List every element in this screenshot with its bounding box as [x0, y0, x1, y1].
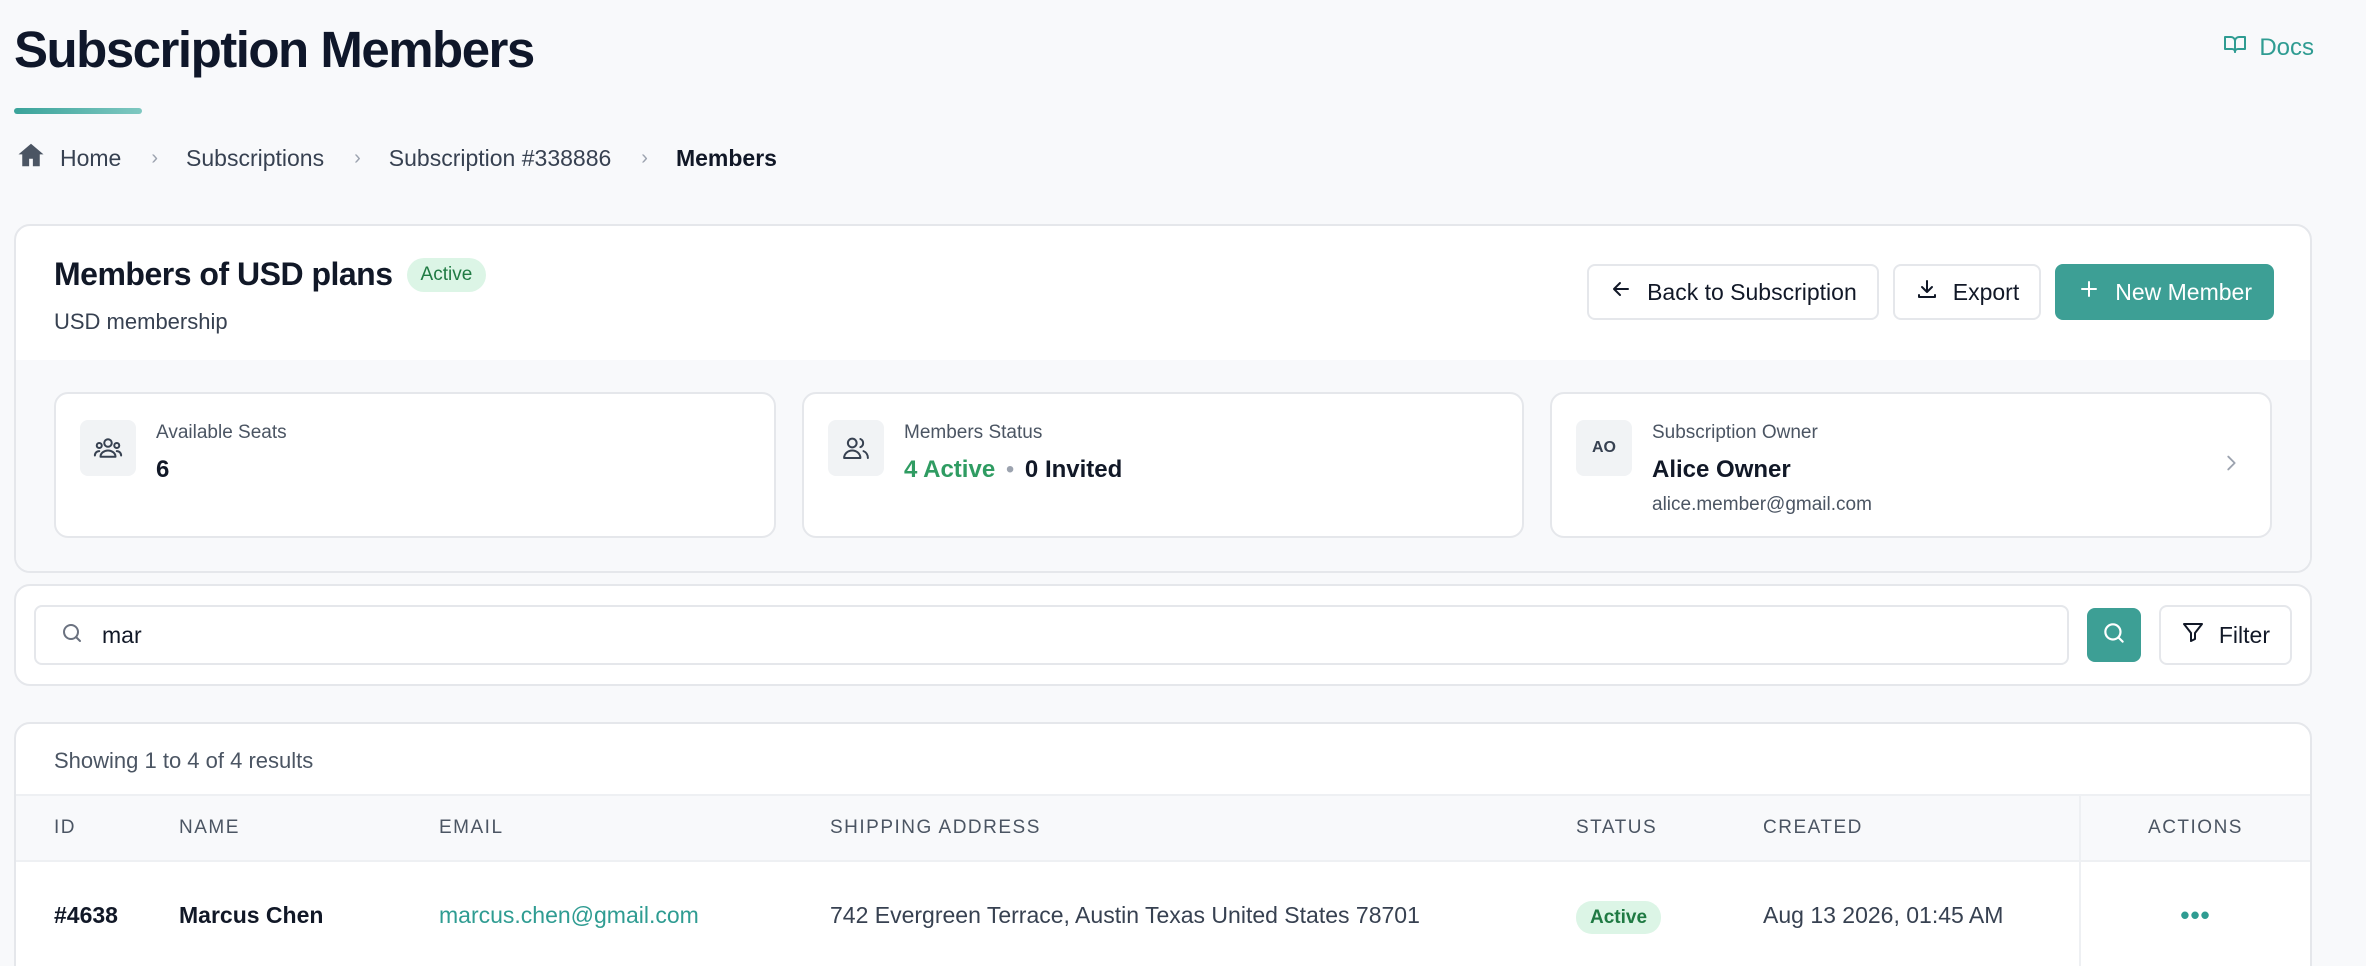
member-status-cell: Active: [1576, 861, 1763, 966]
back-label: Back to Subscription: [1647, 278, 1857, 305]
member-address: 742 Evergreen Terrace, Austin Texas Unit…: [830, 902, 1420, 928]
owner-name: Alice Owner: [1652, 456, 1791, 483]
users-icon: [828, 420, 884, 476]
seats-value: 6: [156, 456, 170, 483]
member-id: #4638: [54, 902, 118, 928]
back-to-subscription-button[interactable]: Back to Subscription: [1587, 264, 1879, 320]
filter-icon: [2181, 620, 2205, 650]
plus-icon: [2077, 277, 2101, 307]
column-header-address[interactable]: SHIPPING ADDRESS: [830, 795, 1576, 861]
breadcrumb-subscription[interactable]: Subscription #338886: [389, 145, 612, 172]
new-member-label: New Member: [2115, 278, 2252, 305]
status-separator: •: [1005, 456, 1015, 483]
chevron-right-icon: ›: [151, 146, 159, 169]
users-group-icon: [80, 420, 136, 476]
search-button[interactable]: [2086, 608, 2141, 662]
results-count: Showing 1 to 4 of 4 results: [54, 748, 314, 773]
search-icon: [60, 621, 84, 650]
search-card: Filter: [14, 584, 2312, 686]
home-icon: [16, 140, 46, 176]
member-name: Marcus Chen: [179, 902, 324, 928]
arrow-left-icon: [1609, 277, 1633, 307]
stat-subscription-owner[interactable]: AO Subscription Owner Alice Owner alice.…: [1550, 392, 2272, 538]
chevron-right-icon: ›: [641, 146, 648, 169]
summary-actions: Back to Subscription Export New Member: [1587, 264, 2274, 320]
new-member-button[interactable]: New Member: [2055, 264, 2274, 320]
breadcrumb-home[interactable]: Home: [16, 140, 121, 176]
active-count: 4 Active: [904, 456, 996, 483]
docs-label: Docs: [2259, 33, 2314, 61]
member-email-link[interactable]: marcus.chen@gmail.com: [439, 861, 830, 966]
avatar: AO: [1576, 420, 1632, 476]
breadcrumb-subscriptions[interactable]: Subscriptions: [186, 145, 324, 172]
column-header-created[interactable]: CREATED: [1763, 795, 2080, 861]
summary-header: Members of USD plans Active USD membersh…: [16, 226, 2310, 360]
breadcrumb: Home › Subscriptions › Subscription #338…: [16, 140, 777, 176]
seats-label: Available Seats: [156, 422, 287, 443]
stat-members-status: Members Status 4 Active • 0 Invited: [802, 392, 1524, 538]
column-header-id[interactable]: ID: [16, 795, 179, 861]
search-input[interactable]: [102, 621, 2043, 649]
stats-row: Available Seats 6 Members Status 4 Activ…: [16, 360, 2310, 571]
search-icon: [2101, 620, 2127, 651]
stat-available-seats: Available Seats 6: [54, 392, 776, 538]
book-icon: [2223, 32, 2247, 63]
export-button[interactable]: Export: [1892, 264, 2042, 320]
docs-link[interactable]: Docs: [2223, 32, 2314, 63]
filter-label: Filter: [2218, 621, 2270, 648]
members-table: ID NAME EMAIL SHIPPING ADDRESS STATUS CR…: [16, 794, 2310, 966]
summary-card: Members of USD plans Active USD membersh…: [14, 224, 2312, 573]
table-header-row: ID NAME EMAIL SHIPPING ADDRESS STATUS CR…: [16, 795, 2310, 861]
page-title: Subscription Members: [14, 21, 535, 78]
page-header: Subscription Members: [14, 16, 535, 114]
breadcrumb-home-label: Home: [60, 144, 122, 171]
filter-button[interactable]: Filter: [2158, 605, 2292, 665]
search-box: [34, 605, 2069, 665]
members-table-card: Showing 1 to 4 of 4 results ID NAME EMAI…: [14, 722, 2312, 966]
status-badge: Active: [1576, 901, 1662, 934]
export-label: Export: [1952, 278, 2020, 305]
chevron-right-icon: [2220, 452, 2242, 479]
column-header-status[interactable]: STATUS: [1576, 795, 1763, 861]
owner-email: alice.member@gmail.com: [1652, 494, 1872, 515]
invited-count: 0 Invited: [1024, 456, 1123, 483]
members-status-label: Members Status: [904, 422, 1043, 443]
chevron-right-icon: ›: [354, 146, 361, 169]
owner-label: Subscription Owner: [1652, 422, 1818, 443]
more-actions-icon[interactable]: •••: [2180, 900, 2210, 930]
column-header-actions: ACTIONS: [2079, 795, 2310, 861]
member-created: Aug 13 2026, 01:45 AM: [1763, 902, 2004, 928]
table-row[interactable]: #4638 Marcus Chen marcus.chen@gmail.com …: [16, 861, 2310, 966]
summary-title: Members of USD plans: [54, 256, 393, 292]
download-icon: [1915, 277, 1939, 307]
breadcrumb-current: Members: [675, 144, 777, 171]
title-underline: [14, 108, 142, 114]
column-header-email[interactable]: EMAIL: [439, 795, 830, 861]
status-badge: Active: [406, 257, 487, 292]
column-header-name[interactable]: NAME: [179, 795, 439, 861]
row-actions-cell: •••: [2079, 861, 2310, 966]
